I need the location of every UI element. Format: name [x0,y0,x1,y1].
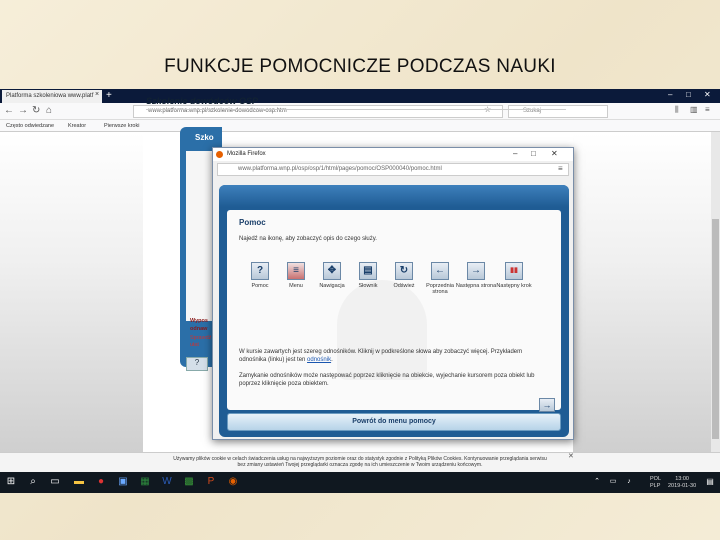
popup-url: www.platforma.wnp.pl/osp/osp/1/html/page… [238,166,442,172]
cookie-text-line2: bez zmiany ustawień Twojej przeglądarki … [237,462,483,468]
excel-icon[interactable]: ▦ [138,475,152,489]
search-input[interactable]: Szukaj [508,105,608,118]
help-text-links: W kursie zawartych jest szereg odnośnikó… [239,348,539,364]
help-body: Pomoc Najedź na ikonę, aby zobaczyć opis… [227,210,561,412]
home-icon[interactable]: ⌂ [46,105,52,116]
popup-titlebar: Mozilla Firefox [213,148,573,161]
taskbar: ⊞ ⌕ ▭ ▬ ● ▣ ▦ W ▩ P ◉ ⌃ ▭ ♪ POL PLP 13:0… [0,472,720,493]
file-explorer-icon[interactable]: ▬ [72,475,86,489]
bookmark-item[interactable]: Kreator [68,123,86,129]
browser-tab[interactable]: Platforma szkoleniowa www.platf [2,90,102,103]
word-icon[interactable]: W [160,475,174,489]
help-icon-label: Następna strona [455,283,497,289]
arrow-left-icon: ← [431,262,449,280]
back-icon[interactable]: ← [4,105,14,116]
tray-lang-1: POL [650,476,662,482]
back-to-help-menu-button[interactable]: Powrót do menu pomocy [227,413,561,431]
menu-icon: ≡ [287,262,305,280]
tray-chevron-icon[interactable]: ⌃ [590,475,604,489]
close-window-icon[interactable]: ✕ [704,90,711,99]
sample-link[interactable]: odnośnik [307,357,331,363]
forward-icon[interactable]: → [18,105,28,116]
cookie-banner: Używamy plików cookie w celach świadczen… [0,452,720,472]
popup-address-bar[interactable]: www.platforma.wnp.pl/osp/osp/1/html/page… [217,163,569,176]
windows-start-icon[interactable]: ⊞ [4,475,18,489]
tray-clock[interactable]: 13:00 2019-01-30 [668,476,696,490]
popup-maximize-icon[interactable]: □ [531,149,536,158]
firefox-icon [216,151,223,158]
opera-icon[interactable]: ● [94,475,108,489]
reload-icon[interactable]: ↻ [32,105,40,116]
watermark-emblem-icon [337,280,427,380]
sidebar-icon[interactable]: ▥ [690,105,698,114]
help-frame: Pomoc Najedź na ikonę, aby zobaczyć opis… [219,185,569,437]
tab-title: Platforma szkoleniowa www.platf [6,93,94,99]
bookmark-item[interactable]: Pierwsze kroki [104,123,139,129]
firefox-icon[interactable]: ◉ [226,475,240,489]
popup-menu-icon[interactable]: ≡ [558,164,563,173]
menu-icon[interactable]: ≡ [705,105,710,114]
browser-nav-bar: ← → ↻ ⌂ www.platforma.wnp.pl/szkolenie-d… [0,103,720,120]
address-bar[interactable]: www.platforma.wnp.pl/szkolenie-dowodcow-… [133,105,503,118]
refresh-icon: ↻ [395,262,413,280]
question-icon: ? [251,262,269,280]
new-tab-icon[interactable]: + [106,90,112,101]
page-right-gutter [573,132,720,452]
browser-tab-bar: Platforma szkoleniowa www.platf × + – □ … [0,89,720,103]
next-page-icon-button[interactable]: → Następna strona [455,262,497,289]
page-left-gutter [0,132,143,452]
popup-title: Mozilla Firefox [227,151,266,157]
bookmark-item[interactable]: Często odwiedzane [6,123,54,129]
scrollbar-thumb[interactable] [712,219,719,439]
tray-language[interactable]: POL PLP [650,476,661,490]
task-view-icon[interactable]: ▭ [48,475,62,489]
popup-close-icon[interactable]: ✕ [551,149,558,158]
navigation-icon: ✥ [323,262,341,280]
next-button[interactable]: → [539,398,555,412]
bookmarks-bar: Często odwiedzane Kreator Pierwsze kroki [0,120,720,132]
tray-lang-2: PLP [650,483,661,489]
glossary-icon: ▤ [359,262,377,280]
tray-time: 13:00 [675,476,689,482]
help-text1-post: . [331,357,333,363]
help-intro: Najedź na ikonę, aby zobaczyć opis do cz… [239,236,377,242]
course-panel-label: Szko [195,133,214,142]
help-button[interactable]: ? [186,357,208,371]
next-step-icon: ▮▮ [505,262,523,280]
help-icon-label: Następny krok [496,283,532,289]
tray-volume-icon[interactable]: ♪ [622,475,636,489]
search-icon[interactable]: ⌕ [26,475,40,489]
maximize-icon[interactable]: □ [686,90,691,99]
arrow-right-icon: → [467,262,485,280]
slide-title: FUNKCJE POMOCNICZE PODCZAS NAUKI [164,56,556,77]
powerpoint-icon[interactable]: P [204,475,218,489]
library-icon[interactable]: ⫼ [675,105,679,115]
popup-minimize-icon[interactable]: – [513,149,517,158]
tray-network-icon[interactable]: ▭ [606,475,620,489]
cookie-close-icon[interactable]: ✕ [568,452,574,460]
notifications-icon[interactable]: ▤ [703,475,717,489]
screenshot: Platforma szkoleniowa www.platf × + – □ … [0,89,720,493]
help-popup-window: Mozilla Firefox – □ ✕ www.platforma.wnp.… [212,147,574,440]
help-text1-pre: W kursie zawartych jest szereg odnośnikó… [239,349,523,363]
app-icon[interactable]: ▩ [182,475,196,489]
tray-date: 2019-01-30 [668,483,697,489]
minimize-icon[interactable]: – [668,90,672,99]
next-step-icon-button[interactable]: ▮▮ Następny krok [493,262,535,289]
save-icon[interactable]: ▣ [116,475,130,489]
tab-close-icon[interactable]: × [95,91,99,98]
divider [146,109,566,110]
help-title: Pomoc [239,218,266,227]
page-heading: Szkolenie dowódców OSP [146,96,259,106]
help-text-closing: Zamykanie odnośników może następować pop… [239,373,535,387]
help-header [219,185,569,207]
